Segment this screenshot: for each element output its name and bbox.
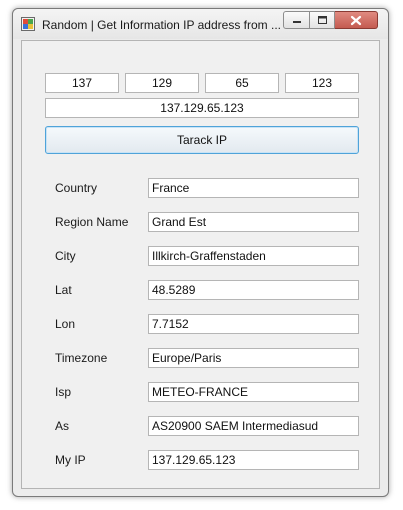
lat-field[interactable]: 48.5289 (148, 280, 359, 300)
app-icon[interactable] (21, 17, 35, 31)
timezone-label: Timezone (55, 351, 108, 365)
as-field[interactable]: AS20900 SAEM Intermediasud (148, 416, 359, 436)
ip-full-field[interactable]: 137.129.65.123 (45, 98, 359, 118)
ip-octet-3-input[interactable]: 65 (205, 73, 279, 93)
maximize-icon (317, 16, 327, 24)
minimize-icon (292, 21, 301, 23)
title-bar[interactable]: Random | Get Information IP address from… (13, 9, 388, 39)
lon-field[interactable]: 7.7152 (148, 314, 359, 334)
app-window: Random | Get Information IP address from… (12, 8, 389, 497)
region-name-label: Region Name (55, 215, 129, 229)
caption-buttons (283, 11, 378, 31)
close-icon (350, 15, 362, 25)
minimize-button[interactable] (283, 11, 310, 29)
form-client-area: 137 129 65 123 137.129.65.123 Tarack IP … (21, 40, 380, 489)
city-field[interactable]: Illkirch-Graffenstaden (148, 246, 359, 266)
my-ip-label: My IP (55, 453, 86, 467)
isp-field[interactable]: METEO-FRANCE (148, 382, 359, 402)
as-label: As (55, 419, 70, 433)
ip-octet-1-input[interactable]: 137 (45, 73, 119, 93)
window-title: Random | Get Information IP address from… (42, 18, 281, 32)
lon-label: Lon (55, 317, 76, 331)
maximize-button[interactable] (310, 11, 335, 29)
ip-octet-2-input[interactable]: 129 (125, 73, 199, 93)
lat-label: Lat (55, 283, 72, 297)
city-label: City (55, 249, 76, 263)
region-name-field[interactable]: Grand Est (148, 212, 359, 232)
isp-label: Isp (55, 385, 72, 399)
country-field[interactable]: France (148, 178, 359, 198)
my-ip-field[interactable]: 137.129.65.123 (148, 450, 359, 470)
track-ip-button[interactable]: Tarack IP (45, 126, 359, 154)
ip-octet-4-input[interactable]: 123 (285, 73, 359, 93)
close-button[interactable] (335, 11, 378, 29)
country-label: Country (55, 181, 98, 195)
timezone-field[interactable]: Europe/Paris (148, 348, 359, 368)
